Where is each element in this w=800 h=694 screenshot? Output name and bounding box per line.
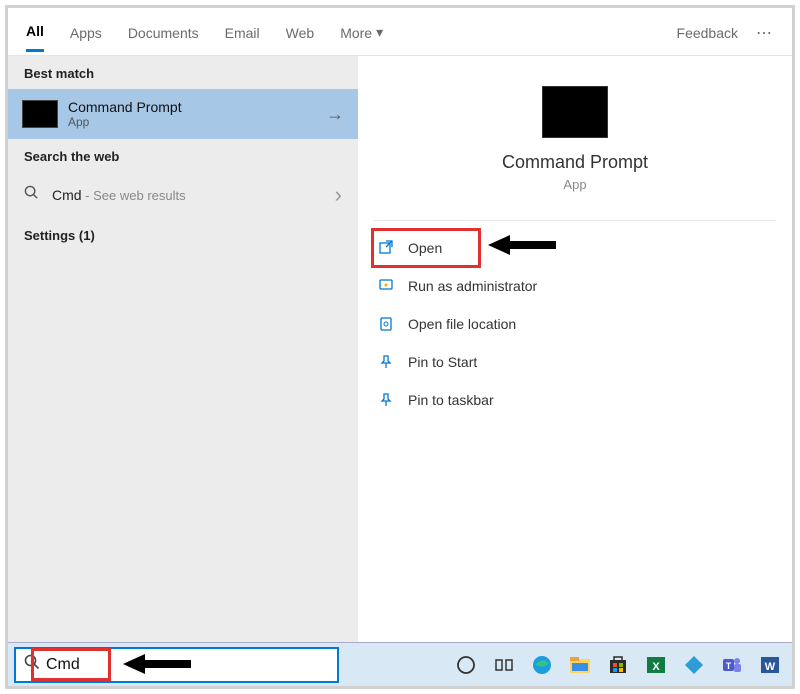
file-explorer-icon[interactable] bbox=[564, 649, 596, 681]
arrow-right-icon[interactable]: → bbox=[326, 104, 344, 125]
search-icon bbox=[24, 185, 42, 205]
excel-icon[interactable]: X bbox=[640, 649, 672, 681]
command-prompt-icon bbox=[542, 86, 608, 138]
run-as-admin-label: Run as administrator bbox=[408, 278, 537, 294]
pin-to-start-label: Pin to Start bbox=[408, 354, 477, 370]
preview-subtitle: App bbox=[358, 177, 792, 192]
pin-to-taskbar-label: Pin to taskbar bbox=[408, 392, 494, 408]
tab-email[interactable]: Email bbox=[225, 25, 260, 51]
teams-icon[interactable]: T bbox=[716, 649, 748, 681]
tab-documents[interactable]: Documents bbox=[128, 25, 199, 51]
search-filter-tabs: All Apps Documents Email Web More ▾ Feed… bbox=[8, 8, 792, 56]
folder-icon bbox=[376, 314, 396, 334]
open-icon bbox=[376, 238, 396, 258]
open-file-location-label: Open file location bbox=[408, 316, 516, 332]
web-result-text: Cmd - See web results bbox=[52, 187, 335, 203]
search-web-label: Search the web bbox=[8, 139, 358, 172]
preview-panel: Command Prompt App Open bbox=[358, 56, 792, 642]
pin-to-start-action[interactable]: Pin to Start bbox=[358, 343, 792, 381]
best-match-title: Command Prompt bbox=[68, 99, 326, 115]
tab-more[interactable]: More ▾ bbox=[340, 24, 383, 51]
svg-text:T: T bbox=[726, 661, 732, 671]
best-match-result[interactable]: Command Prompt App → bbox=[8, 89, 358, 139]
web-search-result[interactable]: Cmd - See web results › bbox=[8, 172, 358, 218]
task-view-icon[interactable] bbox=[488, 649, 520, 681]
pin-to-taskbar-action[interactable]: Pin to taskbar bbox=[358, 381, 792, 419]
cortana-icon[interactable] bbox=[450, 649, 482, 681]
microsoft-store-icon[interactable] bbox=[602, 649, 634, 681]
open-file-location-action[interactable]: Open file location bbox=[358, 305, 792, 343]
word-icon[interactable]: W bbox=[754, 649, 786, 681]
chevron-right-icon[interactable]: › bbox=[335, 182, 342, 208]
best-match-label: Best match bbox=[8, 56, 358, 89]
tab-more-label: More bbox=[340, 25, 372, 41]
results-panel: Best match Command Prompt App → Search t… bbox=[8, 56, 358, 642]
feedback-link[interactable]: Feedback bbox=[677, 25, 738, 51]
edge-icon[interactable] bbox=[526, 649, 558, 681]
preview-title: Command Prompt bbox=[358, 152, 792, 173]
annotation-arrow bbox=[488, 233, 560, 257]
command-prompt-icon bbox=[22, 100, 58, 128]
best-match-subtitle: App bbox=[68, 115, 326, 129]
open-action[interactable]: Open bbox=[372, 229, 480, 267]
svg-text:X: X bbox=[652, 661, 660, 673]
annotation-arrow bbox=[123, 652, 195, 676]
tab-apps[interactable]: Apps bbox=[70, 25, 102, 51]
chevron-down-icon: ▾ bbox=[376, 24, 383, 41]
tab-all[interactable]: All bbox=[26, 23, 44, 52]
divider bbox=[374, 220, 776, 221]
search-icon bbox=[24, 654, 40, 675]
pin-icon bbox=[376, 352, 396, 372]
more-options-icon[interactable]: ⋯ bbox=[756, 23, 774, 53]
open-label: Open bbox=[408, 240, 442, 256]
svg-text:W: W bbox=[765, 661, 776, 673]
tab-web[interactable]: Web bbox=[286, 25, 315, 51]
shield-icon bbox=[376, 276, 396, 296]
kodi-icon[interactable] bbox=[678, 649, 710, 681]
pin-icon bbox=[376, 390, 396, 410]
settings-label[interactable]: Settings (1) bbox=[8, 218, 358, 251]
run-as-admin-action[interactable]: Run as administrator bbox=[358, 267, 792, 305]
